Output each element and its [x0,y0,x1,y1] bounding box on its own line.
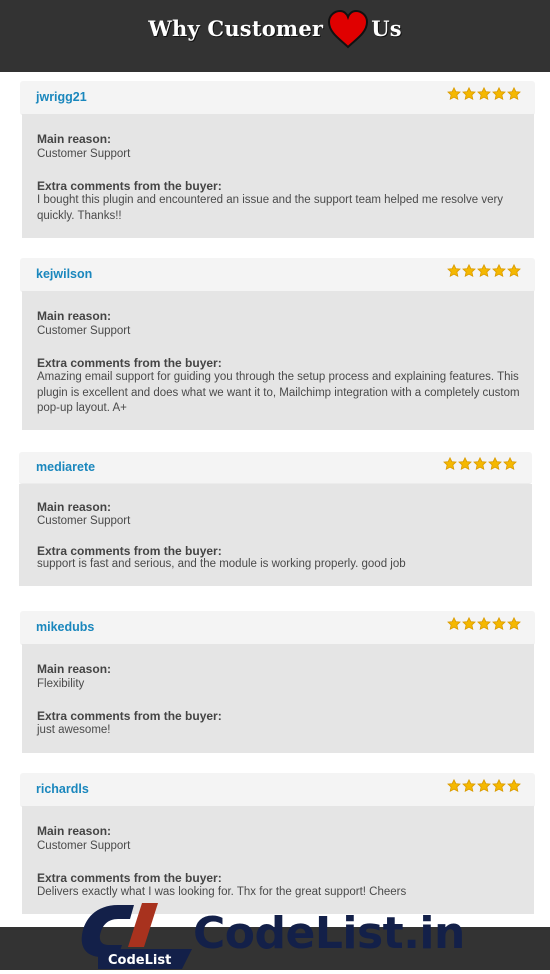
review-header: kejwilson [20,258,535,292]
extra-comments-value: support is fast and serious, and the mod… [37,558,406,570]
star-icon [507,617,521,630]
logo-wordmark[interactable]: CodeList.in [193,907,465,961]
review-body: Main reason: Customer Support Extra comm… [22,114,534,238]
extra-comments-label: Extra comments from the buyer: [37,709,222,723]
logo-badge-text: CodeList [108,953,171,968]
star-icon [477,779,491,792]
review-card: mediarete Main reason: Customer Support … [19,452,532,586]
review-card: kejwilson Main reason: Customer Support … [20,258,535,430]
star-icon [503,457,517,470]
star-icon [447,617,461,630]
star-icon [458,457,472,470]
star-rating [447,264,521,278]
star-icon [462,87,476,100]
main-reason-value: Customer Support [37,325,131,337]
star-icon [477,87,491,100]
extra-comments-label: Extra comments from the buyer: [37,179,222,193]
star-rating [447,779,521,793]
review-card: jwrigg21 Main reason: Customer Support E… [20,81,535,238]
extra-comments-value: I bought this plugin and encountered an … [37,194,504,222]
review-body: Main reason: Customer Support Extra comm… [19,484,532,586]
main-reason-label: Main reason: [37,500,112,514]
review-card: richardls Main reason: Customer Support … [20,773,535,914]
star-icon [492,617,506,630]
star-rating [443,457,517,471]
star-icon [507,264,521,277]
star-icon [507,87,521,100]
page-title: Why Customer Us [0,9,550,49]
extra-comments-label: Extra comments from the buyer: [37,544,222,558]
main-reason-label: Main reason: [37,309,112,323]
review-card: mikedubs Main reason: Flexibility Extra … [20,611,535,753]
review-header: richardls [20,773,535,807]
main-reason-value: Flexibility [37,678,85,690]
title-text-before: Why Customer [148,15,324,41]
main-reason-label: Main reason: [37,662,112,676]
review-header: mikedubs [20,611,535,645]
codelist-logo-icon[interactable]: CodeList [78,897,200,969]
review-header: mediarete [19,452,532,484]
review-header: jwrigg21 [20,81,535,115]
star-icon [492,87,506,100]
star-icon [473,457,487,470]
star-icon [447,87,461,100]
extra-comments-value: just awesome! [37,724,111,736]
main-reason-value: Customer Support [37,148,131,160]
title-text-after: Us [371,15,402,41]
reviewer-username[interactable]: mediarete [36,460,95,474]
heart-icon [327,9,369,50]
extra-comments-value: Amazing email support for guiding you th… [37,371,520,414]
star-rating [447,617,521,631]
star-icon [462,779,476,792]
review-body: Main reason: Flexibility Extra comments … [22,644,534,753]
extra-comments-label: Extra comments from the buyer: [37,871,222,885]
star-icon [488,457,502,470]
star-icon [447,264,461,277]
star-icon [462,617,476,630]
extra-comments-label: Extra comments from the buyer: [37,356,222,370]
reviewer-username[interactable]: kejwilson [36,267,92,281]
main-reason-label: Main reason: [37,824,112,838]
reviewer-username[interactable]: richardls [36,782,89,796]
reviewer-username[interactable]: mikedubs [36,620,94,634]
star-icon [477,617,491,630]
star-icon [477,264,491,277]
main-reason-value: Customer Support [37,840,131,852]
star-rating [447,87,521,101]
star-icon [492,779,506,792]
main-reason-value: Customer Support [37,515,131,527]
star-icon [443,457,457,470]
reviewer-username[interactable]: jwrigg21 [36,90,87,104]
star-icon [462,264,476,277]
star-icon [492,264,506,277]
main-reason-label: Main reason: [37,132,112,146]
review-body: Main reason: Customer Support Extra comm… [22,291,534,430]
star-icon [447,779,461,792]
star-icon [507,779,521,792]
